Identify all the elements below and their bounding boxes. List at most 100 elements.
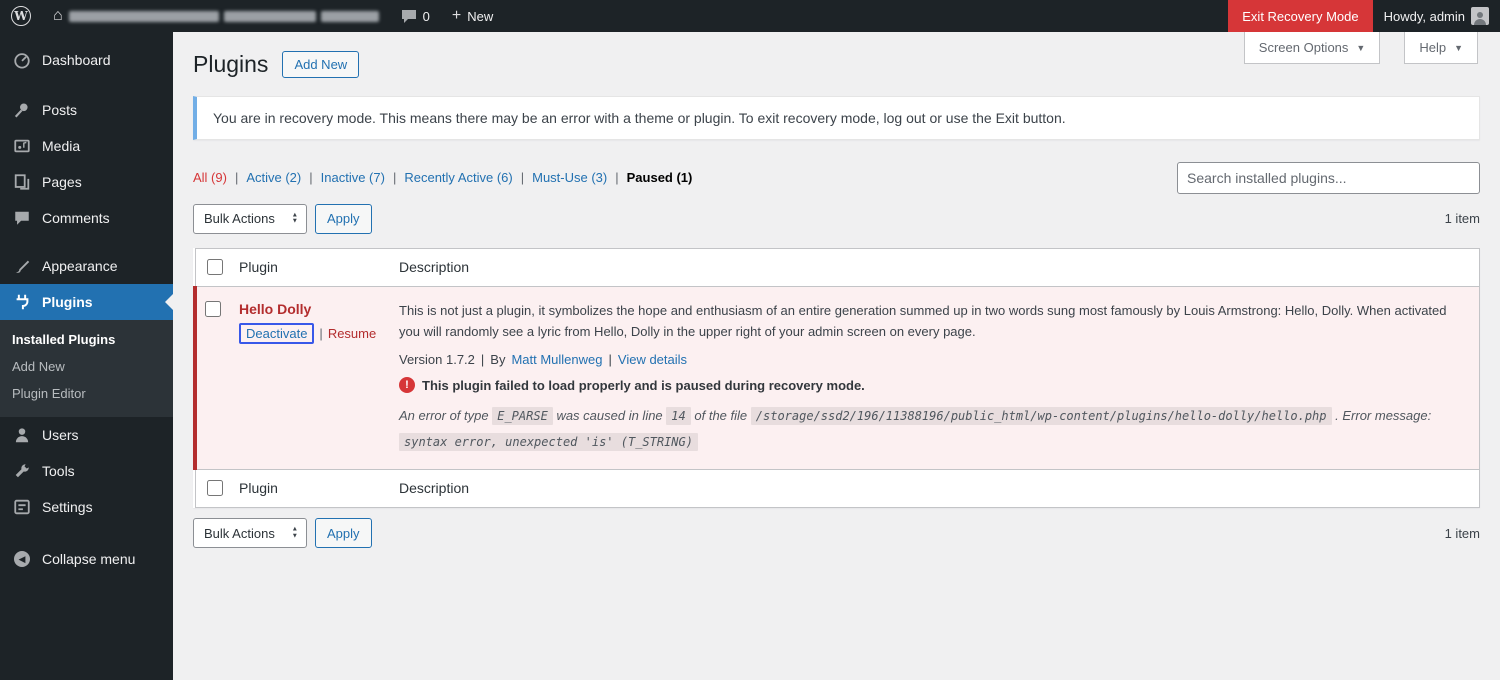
- filter-active[interactable]: Active (2): [246, 170, 301, 185]
- meta-separator: |: [480, 352, 485, 368]
- plugins-submenu: Installed Plugins Add New Plugin Editor: [0, 320, 173, 417]
- collapse-menu-button[interactable]: ◀ Collapse menu: [0, 541, 173, 577]
- user-silhouette-icon: [1474, 12, 1486, 25]
- wordpress-logo-menu[interactable]: W: [0, 0, 42, 32]
- filter-paused[interactable]: Paused (1): [627, 170, 693, 185]
- column-header-plugin: Plugin: [229, 248, 389, 287]
- table-footer-row: Plugin Description: [195, 469, 1480, 508]
- select-all-checkbox[interactable]: [206, 480, 223, 497]
- submenu-add-new[interactable]: Add New: [0, 353, 173, 380]
- bulk-actions-select[interactable]: Bulk Actions: [193, 203, 307, 234]
- select-all-checkbox[interactable]: [206, 258, 223, 275]
- plus-icon: +: [451, 7, 462, 24]
- sidebar-item-settings[interactable]: Settings: [0, 489, 173, 525]
- apply-button[interactable]: Apply: [315, 518, 372, 549]
- error-text: was caused in line: [556, 408, 663, 424]
- sidebar-item-appearance[interactable]: Appearance: [0, 248, 173, 284]
- items-count: 1 item: [1444, 525, 1480, 541]
- recovery-mode-notice-text: You are in recovery mode. This means the…: [213, 109, 1066, 126]
- comments-bubble-menu[interactable]: 0: [390, 0, 441, 32]
- meta-separator: |: [608, 352, 612, 368]
- exit-recovery-mode-button[interactable]: Exit Recovery Mode: [1228, 0, 1373, 32]
- column-header-description: Description: [389, 248, 1480, 287]
- plugin-author-link[interactable]: Matt Mullenweg: [511, 352, 602, 367]
- sidebar-item-dashboard[interactable]: Dashboard: [0, 42, 173, 78]
- collapse-menu-label: Collapse menu: [42, 551, 136, 567]
- plugins-table: Plugin Description Hello Dolly Deactivat…: [193, 247, 1480, 509]
- deactivate-link[interactable]: Deactivate: [239, 322, 315, 344]
- sidebar-item-label: Media: [42, 138, 81, 154]
- pin-icon: [12, 100, 32, 120]
- filter-separator: |: [309, 170, 313, 186]
- comments-count: 0: [422, 8, 430, 24]
- account-menu[interactable]: Howdy, admin: [1373, 0, 1500, 32]
- screen-options-label: Screen Options: [1258, 40, 1349, 55]
- wrench-icon: [12, 461, 32, 481]
- screen-meta-tabs: Screen Options ▼ Help ▼: [1243, 32, 1478, 64]
- search-plugins-input[interactable]: [1177, 161, 1480, 194]
- error-text: . Error message:: [1335, 408, 1432, 424]
- filter-separator: |: [392, 170, 397, 186]
- filter-all[interactable]: All (9): [193, 170, 227, 185]
- active-menu-arrow: [157, 294, 173, 310]
- sidebar-item-label: Appearance: [42, 258, 118, 274]
- view-details-link[interactable]: View details: [618, 352, 687, 367]
- sidebar-item-comments[interactable]: Comments: [0, 200, 173, 236]
- site-menu[interactable]: ⌂: [42, 0, 390, 32]
- error-file-code: /storage/ssd2/196/11388196/public_html/w…: [750, 407, 1332, 426]
- error-message-code: syntax error, unexpected 'is' (T_STRING): [399, 433, 698, 452]
- items-count: 1 item: [1444, 211, 1480, 227]
- screen-options-button[interactable]: Screen Options ▼: [1243, 32, 1381, 64]
- plugin-version: Version 1.7.2: [399, 352, 475, 368]
- bulk-actions-row-top: Bulk Actions ▲ ▼ Apply 1 item: [193, 203, 1480, 234]
- plugin-error-detail: An error of type E_PARSE was caused in l…: [399, 403, 1469, 455]
- page-title: Plugins: [193, 51, 269, 77]
- sidebar-item-label: Tools: [42, 463, 75, 479]
- sidebar-item-pages[interactable]: Pages: [0, 164, 173, 200]
- error-text: An error of type: [399, 408, 489, 424]
- site-name-redacted: [68, 10, 379, 22]
- sidebar-item-label: Settings: [42, 499, 93, 515]
- filter-recently-active[interactable]: Recently Active (6): [404, 170, 512, 185]
- table-header-row: Plugin Description: [195, 248, 1480, 287]
- sidebar-item-label: Posts: [42, 102, 78, 118]
- admin-sidebar: Dashboard Posts Media Pages Comments App…: [0, 32, 173, 680]
- recovery-mode-notice: You are in recovery mode. This means the…: [193, 95, 1480, 140]
- select-plugin-checkbox[interactable]: [205, 300, 221, 317]
- bulk-actions-select[interactable]: Bulk Actions: [193, 518, 307, 549]
- column-header-plugin: Plugin: [229, 469, 389, 508]
- filters-row: All (9) | Active (2) | Inactive (7) | Re…: [193, 161, 1480, 194]
- by-label: By: [490, 352, 506, 368]
- resume-link[interactable]: Resume: [328, 326, 376, 341]
- sidebar-item-tools[interactable]: Tools: [0, 453, 173, 489]
- comments-icon: [12, 208, 32, 228]
- submenu-plugin-editor[interactable]: Plugin Editor: [0, 380, 173, 407]
- howdy-label: Howdy, admin: [1383, 8, 1465, 24]
- sidebar-item-posts[interactable]: Posts: [0, 92, 173, 128]
- plugin-row-actions: Deactivate | Resume: [239, 322, 379, 344]
- add-new-plugin-button[interactable]: Add New: [282, 51, 360, 79]
- paintbrush-icon: [12, 256, 32, 276]
- plugin-name-link[interactable]: Hello Dolly: [239, 301, 311, 317]
- submenu-installed-plugins[interactable]: Installed Plugins: [0, 326, 173, 353]
- new-label: New: [467, 8, 494, 24]
- sidebar-item-media[interactable]: Media: [0, 128, 173, 164]
- apply-button[interactable]: Apply: [315, 203, 372, 234]
- filter-must-use[interactable]: Must-Use (3): [532, 170, 607, 185]
- new-content-button[interactable]: + New: [441, 0, 504, 32]
- sidebar-item-users[interactable]: Users: [0, 417, 173, 453]
- plugin-meta: Version 1.7.2 | By Matt Mullenweg | View…: [399, 352, 1469, 367]
- sidebar-item-label: Dashboard: [42, 52, 111, 68]
- pages-icon: [12, 172, 32, 192]
- help-button[interactable]: Help ▼: [1404, 32, 1478, 64]
- error-line-code: 14: [666, 407, 691, 426]
- users-icon: [12, 425, 32, 445]
- settings-icon: [12, 497, 32, 517]
- error-type-code: E_PARSE: [492, 407, 553, 426]
- bulk-actions-row-bottom: Bulk Actions ▲ ▼ Apply 1 item: [193, 518, 1480, 549]
- plugin-status-filters: All (9) | Active (2) | Inactive (7) | Re…: [193, 170, 692, 185]
- filter-inactive[interactable]: Inactive (7): [321, 170, 385, 185]
- sidebar-item-plugins[interactable]: Plugins: [0, 284, 173, 320]
- paused-message-text: This plugin failed to load properly and …: [422, 377, 865, 393]
- chevron-down-icon: ▼: [1454, 42, 1463, 53]
